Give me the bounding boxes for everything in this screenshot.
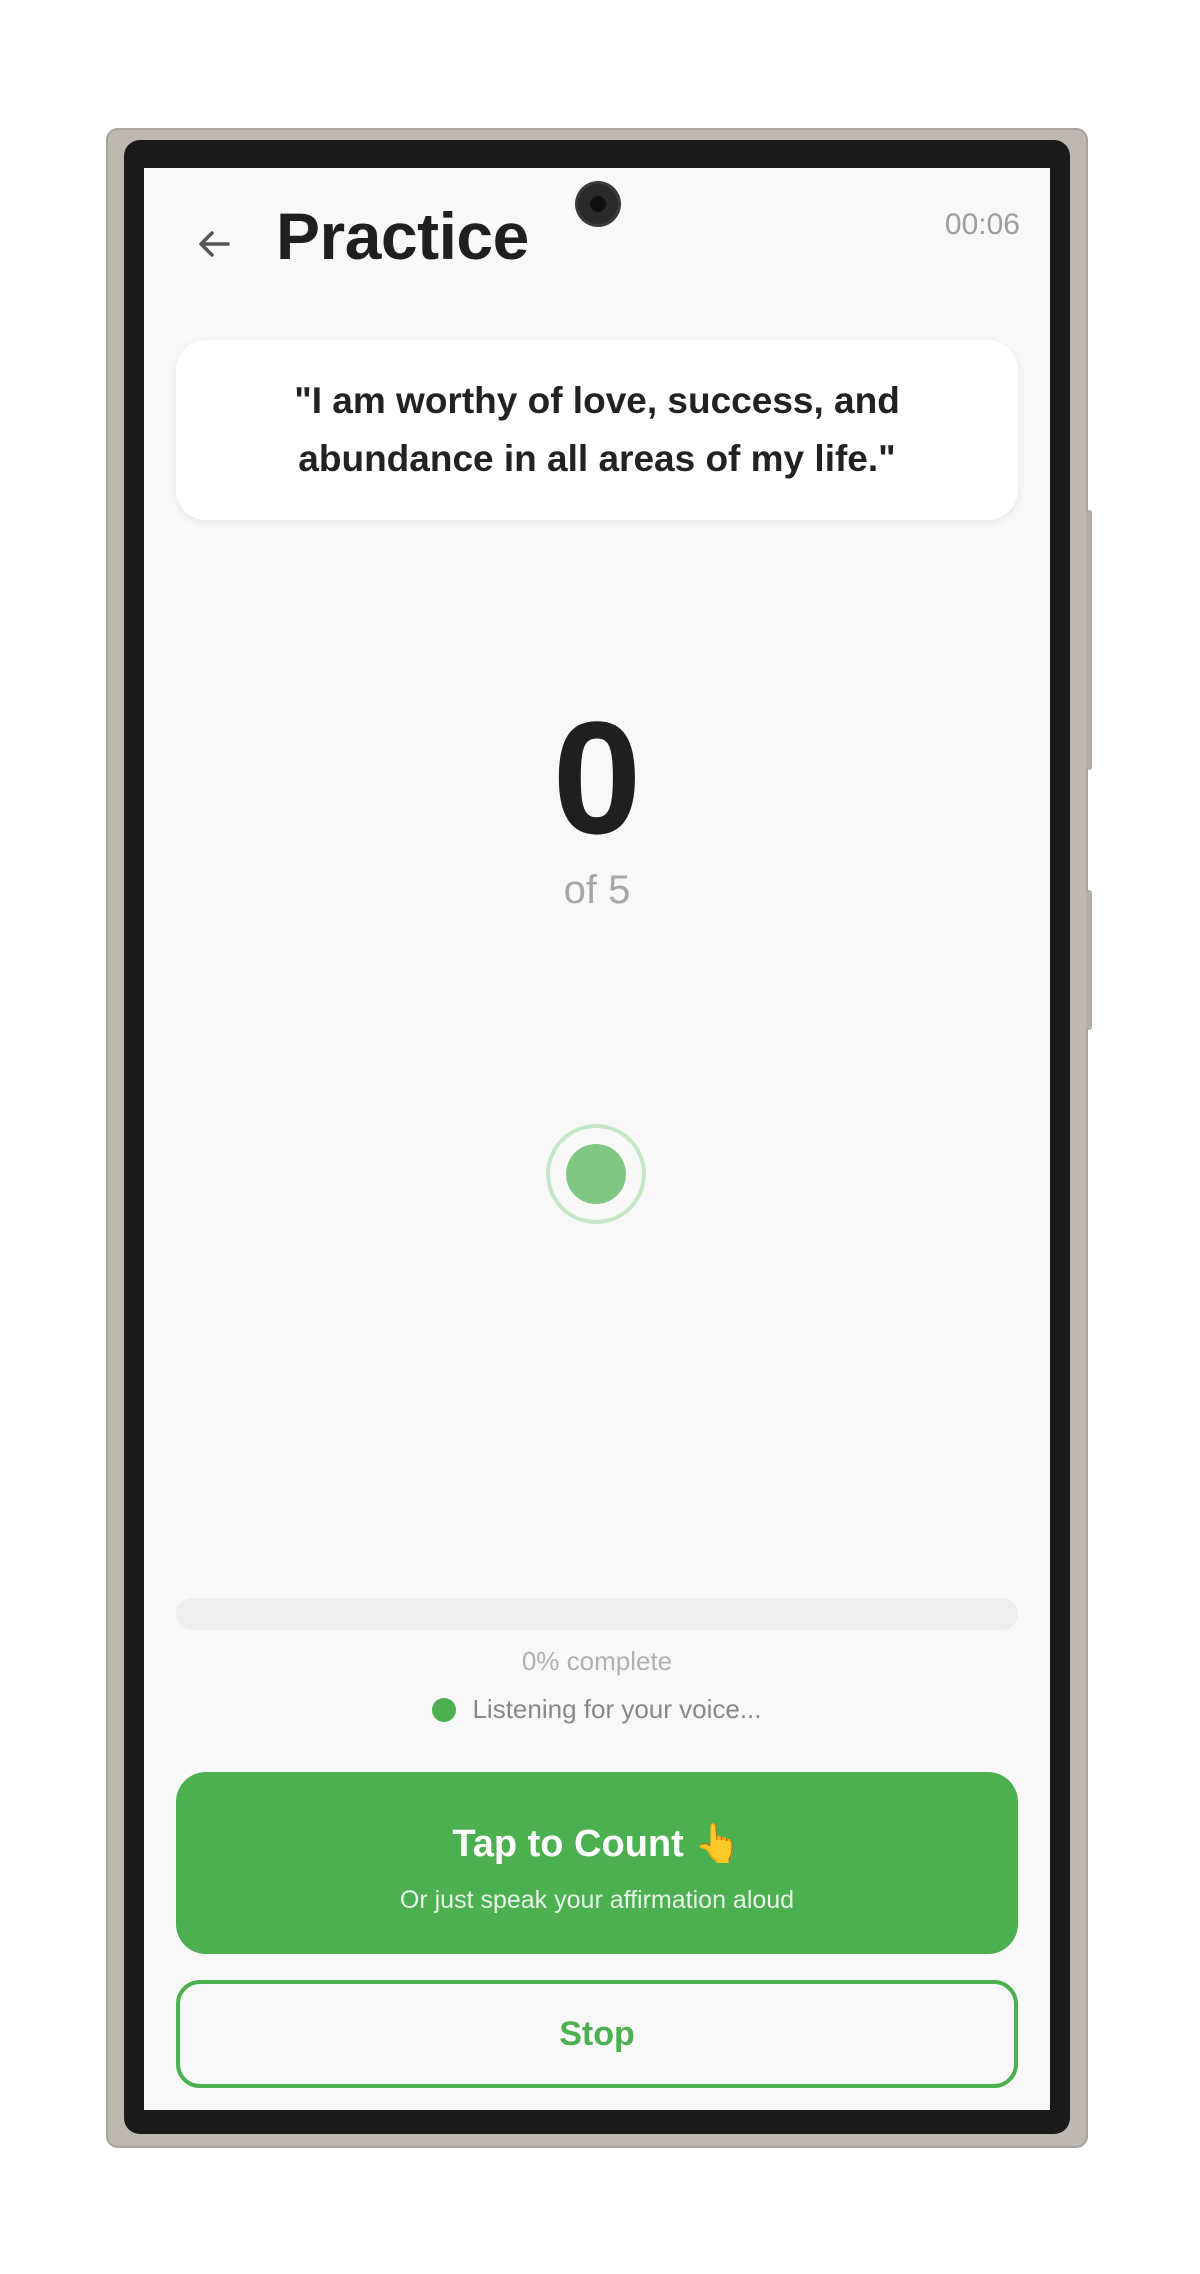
power-button	[1086, 890, 1092, 1030]
stop-button[interactable]: Stop	[176, 1980, 1018, 2088]
back-button[interactable]	[188, 218, 240, 270]
app-screen: Practice 00:06 "I am worthy of love, suc…	[144, 168, 1050, 2110]
session-timer: 00:06	[944, 208, 1020, 241]
front-camera	[578, 184, 618, 224]
listening-dot-icon	[432, 1697, 457, 1722]
voice-indicator-icon	[550, 1128, 642, 1220]
voice-indicator-dot	[566, 1144, 626, 1204]
page-title: Practice	[276, 199, 529, 273]
progress-bar	[176, 1598, 1018, 1630]
tap-to-count-sublabel: Or just speak your affirmation aloud	[399, 1886, 795, 1914]
affirmation-text: "I am worthy of love, success, and abund…	[294, 380, 900, 479]
listening-text: Listening for your voice...	[472, 1694, 762, 1724]
volume-button	[1086, 510, 1092, 770]
affirmation-card: "I am worthy of love, success, and abund…	[176, 340, 1018, 520]
tap-to-count-button[interactable]: Tap to Count 👆 Or just speak your affirm…	[176, 1772, 1018, 1954]
tap-to-count-label: Tap to Count 👆	[452, 1823, 742, 1865]
listening-status: Listening for your voice...	[144, 1694, 1050, 1725]
progress-label: 0% complete	[521, 1646, 673, 1676]
repetition-count: 0	[552, 688, 642, 867]
arrow-left-icon	[199, 231, 230, 257]
repetition-target: of 5	[563, 868, 631, 912]
